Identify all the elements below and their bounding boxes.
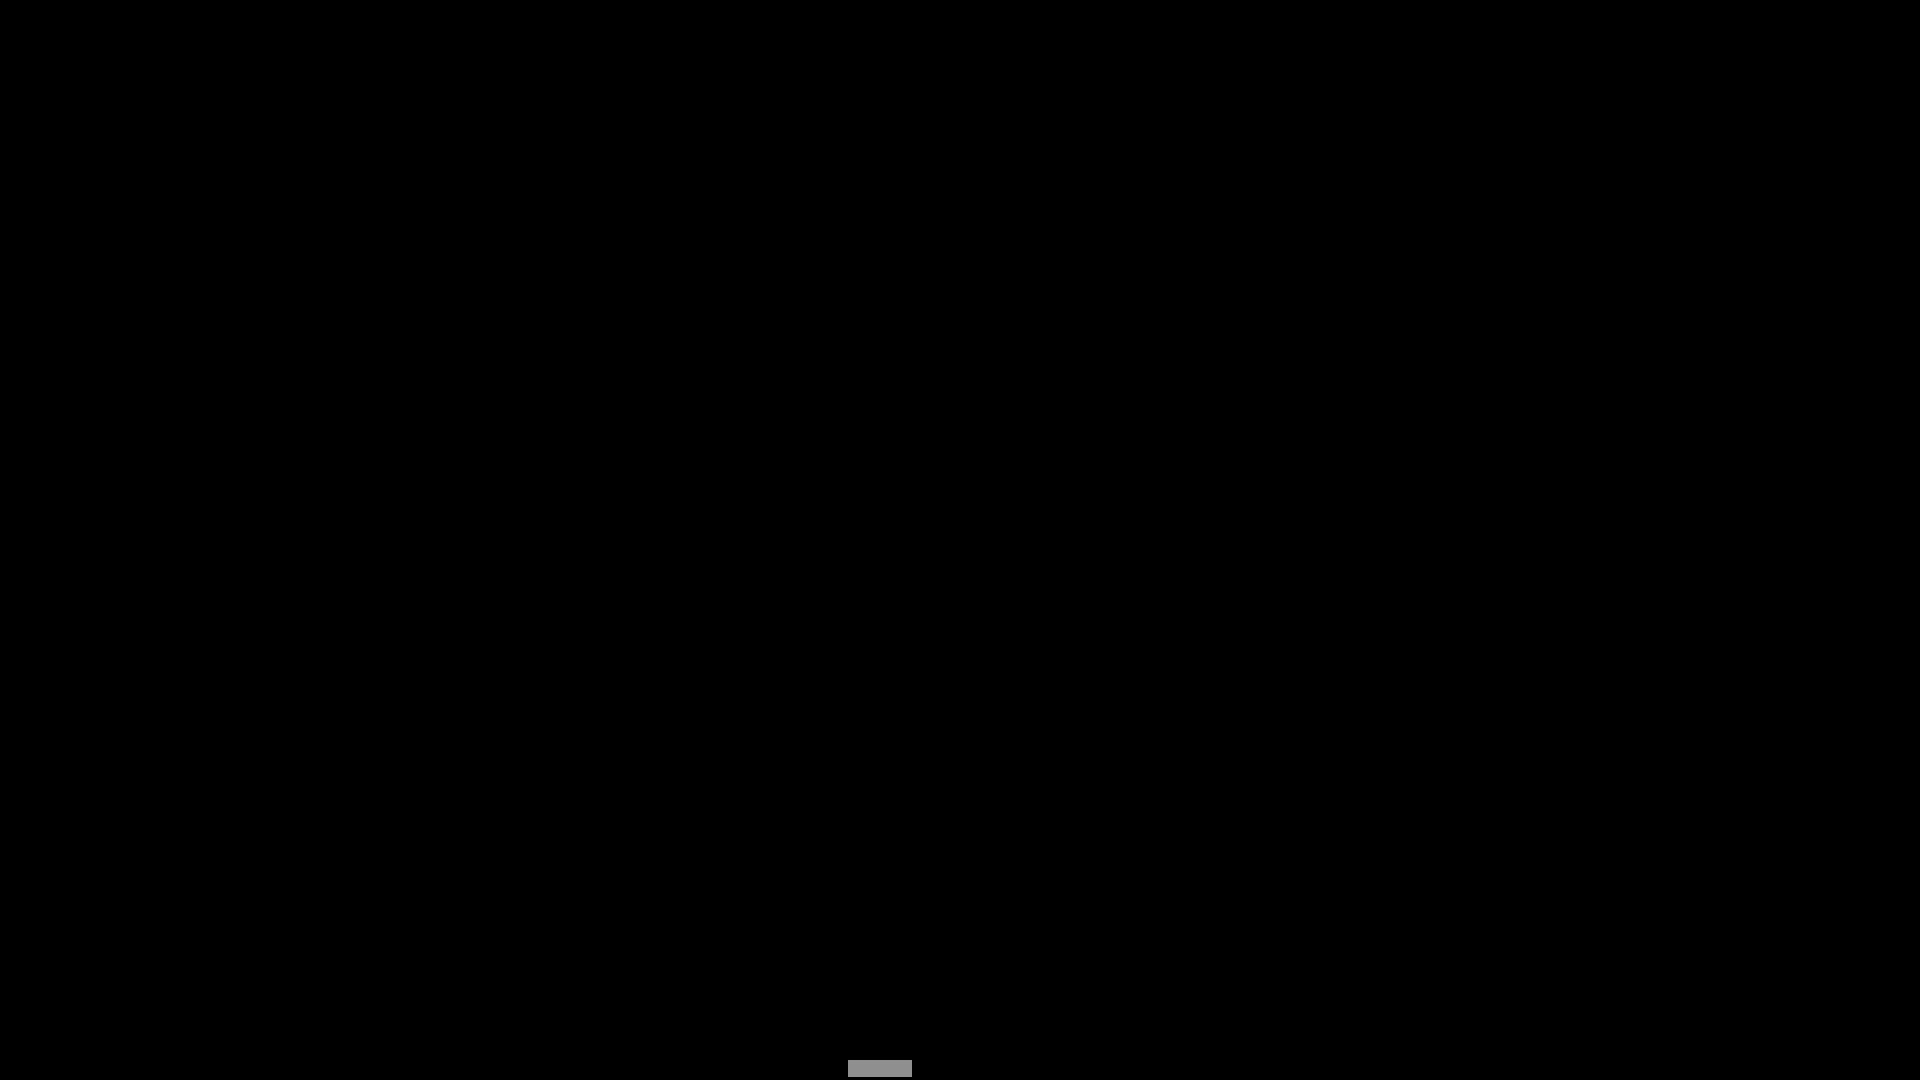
macd-toggle-button[interactable] xyxy=(848,1060,912,1077)
chart-canvas[interactable] xyxy=(0,0,1920,1080)
mt4-chart-window xyxy=(0,0,1920,1080)
